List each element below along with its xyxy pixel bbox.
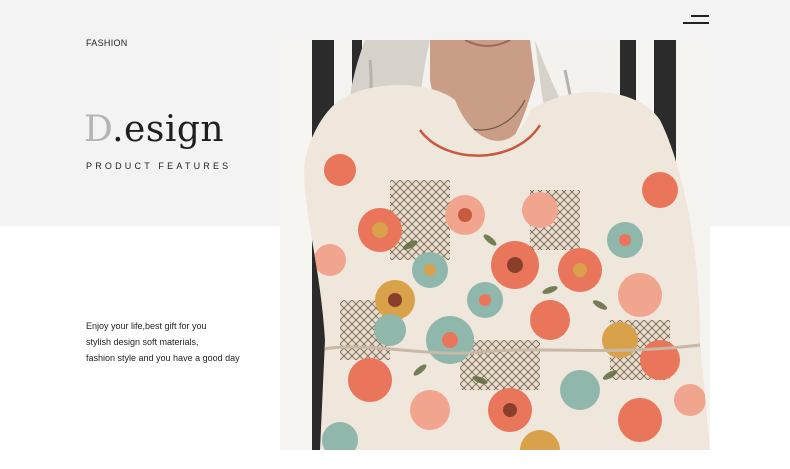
description-line: fashion style and you have a good day — [86, 353, 240, 363]
floral-dress-illustration — [280, 40, 710, 450]
page-title: D.esign — [84, 108, 224, 152]
description-line: stylish design soft materials, — [86, 337, 199, 347]
description-text: Enjoy your life,best gift for you stylis… — [86, 318, 276, 366]
page-subtitle: PRODUCT FEATURES — [86, 161, 232, 171]
menu-line-short — [691, 15, 709, 17]
product-photo — [280, 40, 710, 450]
description-line: Enjoy your life,best gift for you — [86, 321, 207, 331]
title-initial: D — [84, 109, 113, 150]
title-rest: .esign — [112, 109, 225, 150]
menu-line-long — [683, 22, 709, 24]
hamburger-menu-icon[interactable] — [683, 15, 709, 25]
section-label: FASHION — [86, 38, 128, 48]
